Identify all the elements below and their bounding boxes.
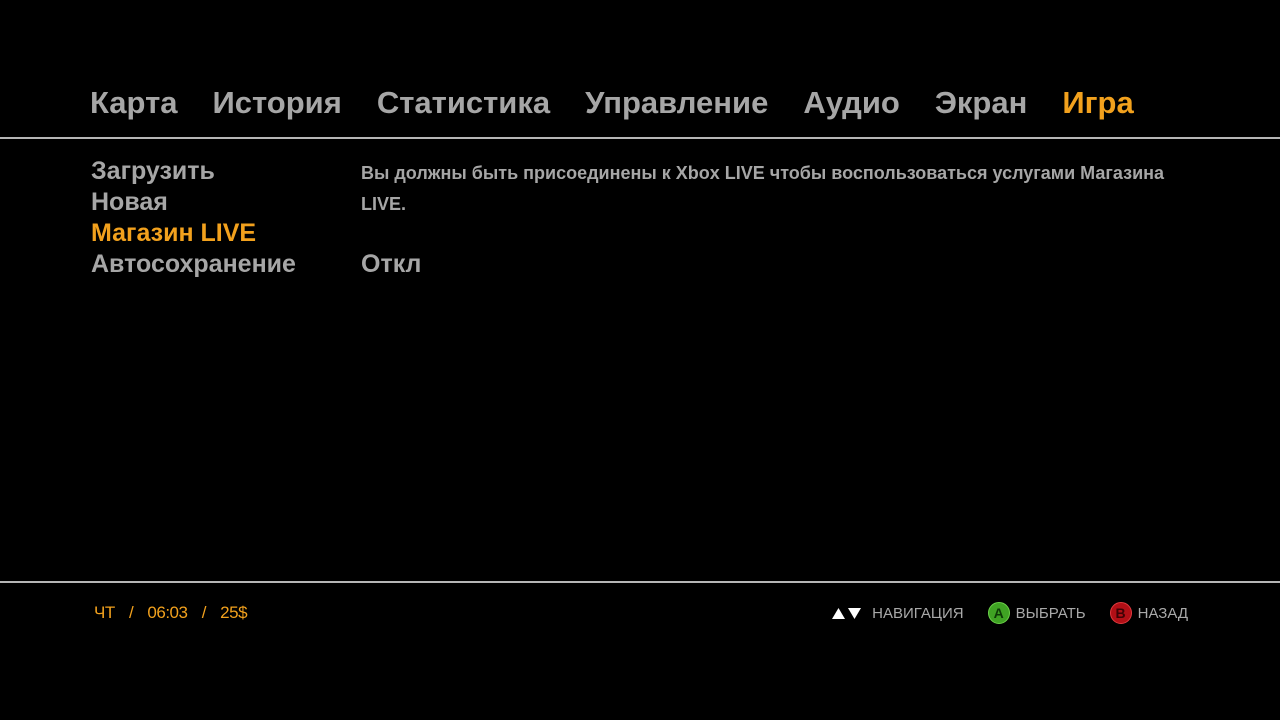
menu-item-load[interactable]: Загрузить [91,156,341,187]
arrow-up-icon [832,607,846,619]
tab-display[interactable]: Экран [935,85,1027,121]
hint-select[interactable]: A ВЫБРАТЬ [987,602,1086,624]
hint-navigate-label: НАВИГАЦИЯ [872,604,964,622]
tab-controls[interactable]: Управление [585,85,768,121]
hint-navigate[interactable]: НАВИГАЦИЯ [832,604,964,622]
navigation-arrows [832,607,864,619]
b-button-icon: B [1109,602,1132,624]
hint-select-label: ВЫБРАТЬ [1015,604,1086,622]
tab-bar: Карта История Статистика Управление Ауди… [90,82,1134,124]
arrow-down-icon [848,607,862,619]
tab-stats[interactable]: Статистика [377,85,550,121]
top-divider [0,137,1280,139]
button-hints: НАВИГАЦИЯ A ВЫБРАТЬ B НАЗАД [832,600,1188,626]
status-separator: / [128,603,134,622]
status-time: 06:03 [147,603,188,622]
menu-item-autosave[interactable]: Автосохранение [91,249,341,280]
autosave-value[interactable]: Откл [361,249,421,280]
status-separator: / [201,603,207,622]
menu-item-live-store[interactable]: Магазин LIVE [91,218,341,249]
status-money: 25$ [220,603,248,622]
hint-back-label: НАЗАД [1137,604,1188,622]
tab-map[interactable]: Карта [90,85,178,121]
tab-history[interactable]: История [213,85,342,121]
hint-back[interactable]: B НАЗАД [1109,602,1188,624]
menu-item-new[interactable]: Новая [91,187,341,218]
bottom-divider [0,581,1280,583]
status-day: ЧТ [94,603,115,622]
status-bar: ЧТ / 06:03 / 25$ [94,601,248,625]
game-menu: Загрузить Новая Магазин LIVE Автосохране… [91,156,341,280]
item-description: Вы должны быть присоединены к Xbox LIVE … [361,163,1165,214]
tab-audio[interactable]: Аудио [803,85,900,121]
tab-game[interactable]: Игра [1062,85,1133,121]
a-button-icon: A [987,602,1010,624]
